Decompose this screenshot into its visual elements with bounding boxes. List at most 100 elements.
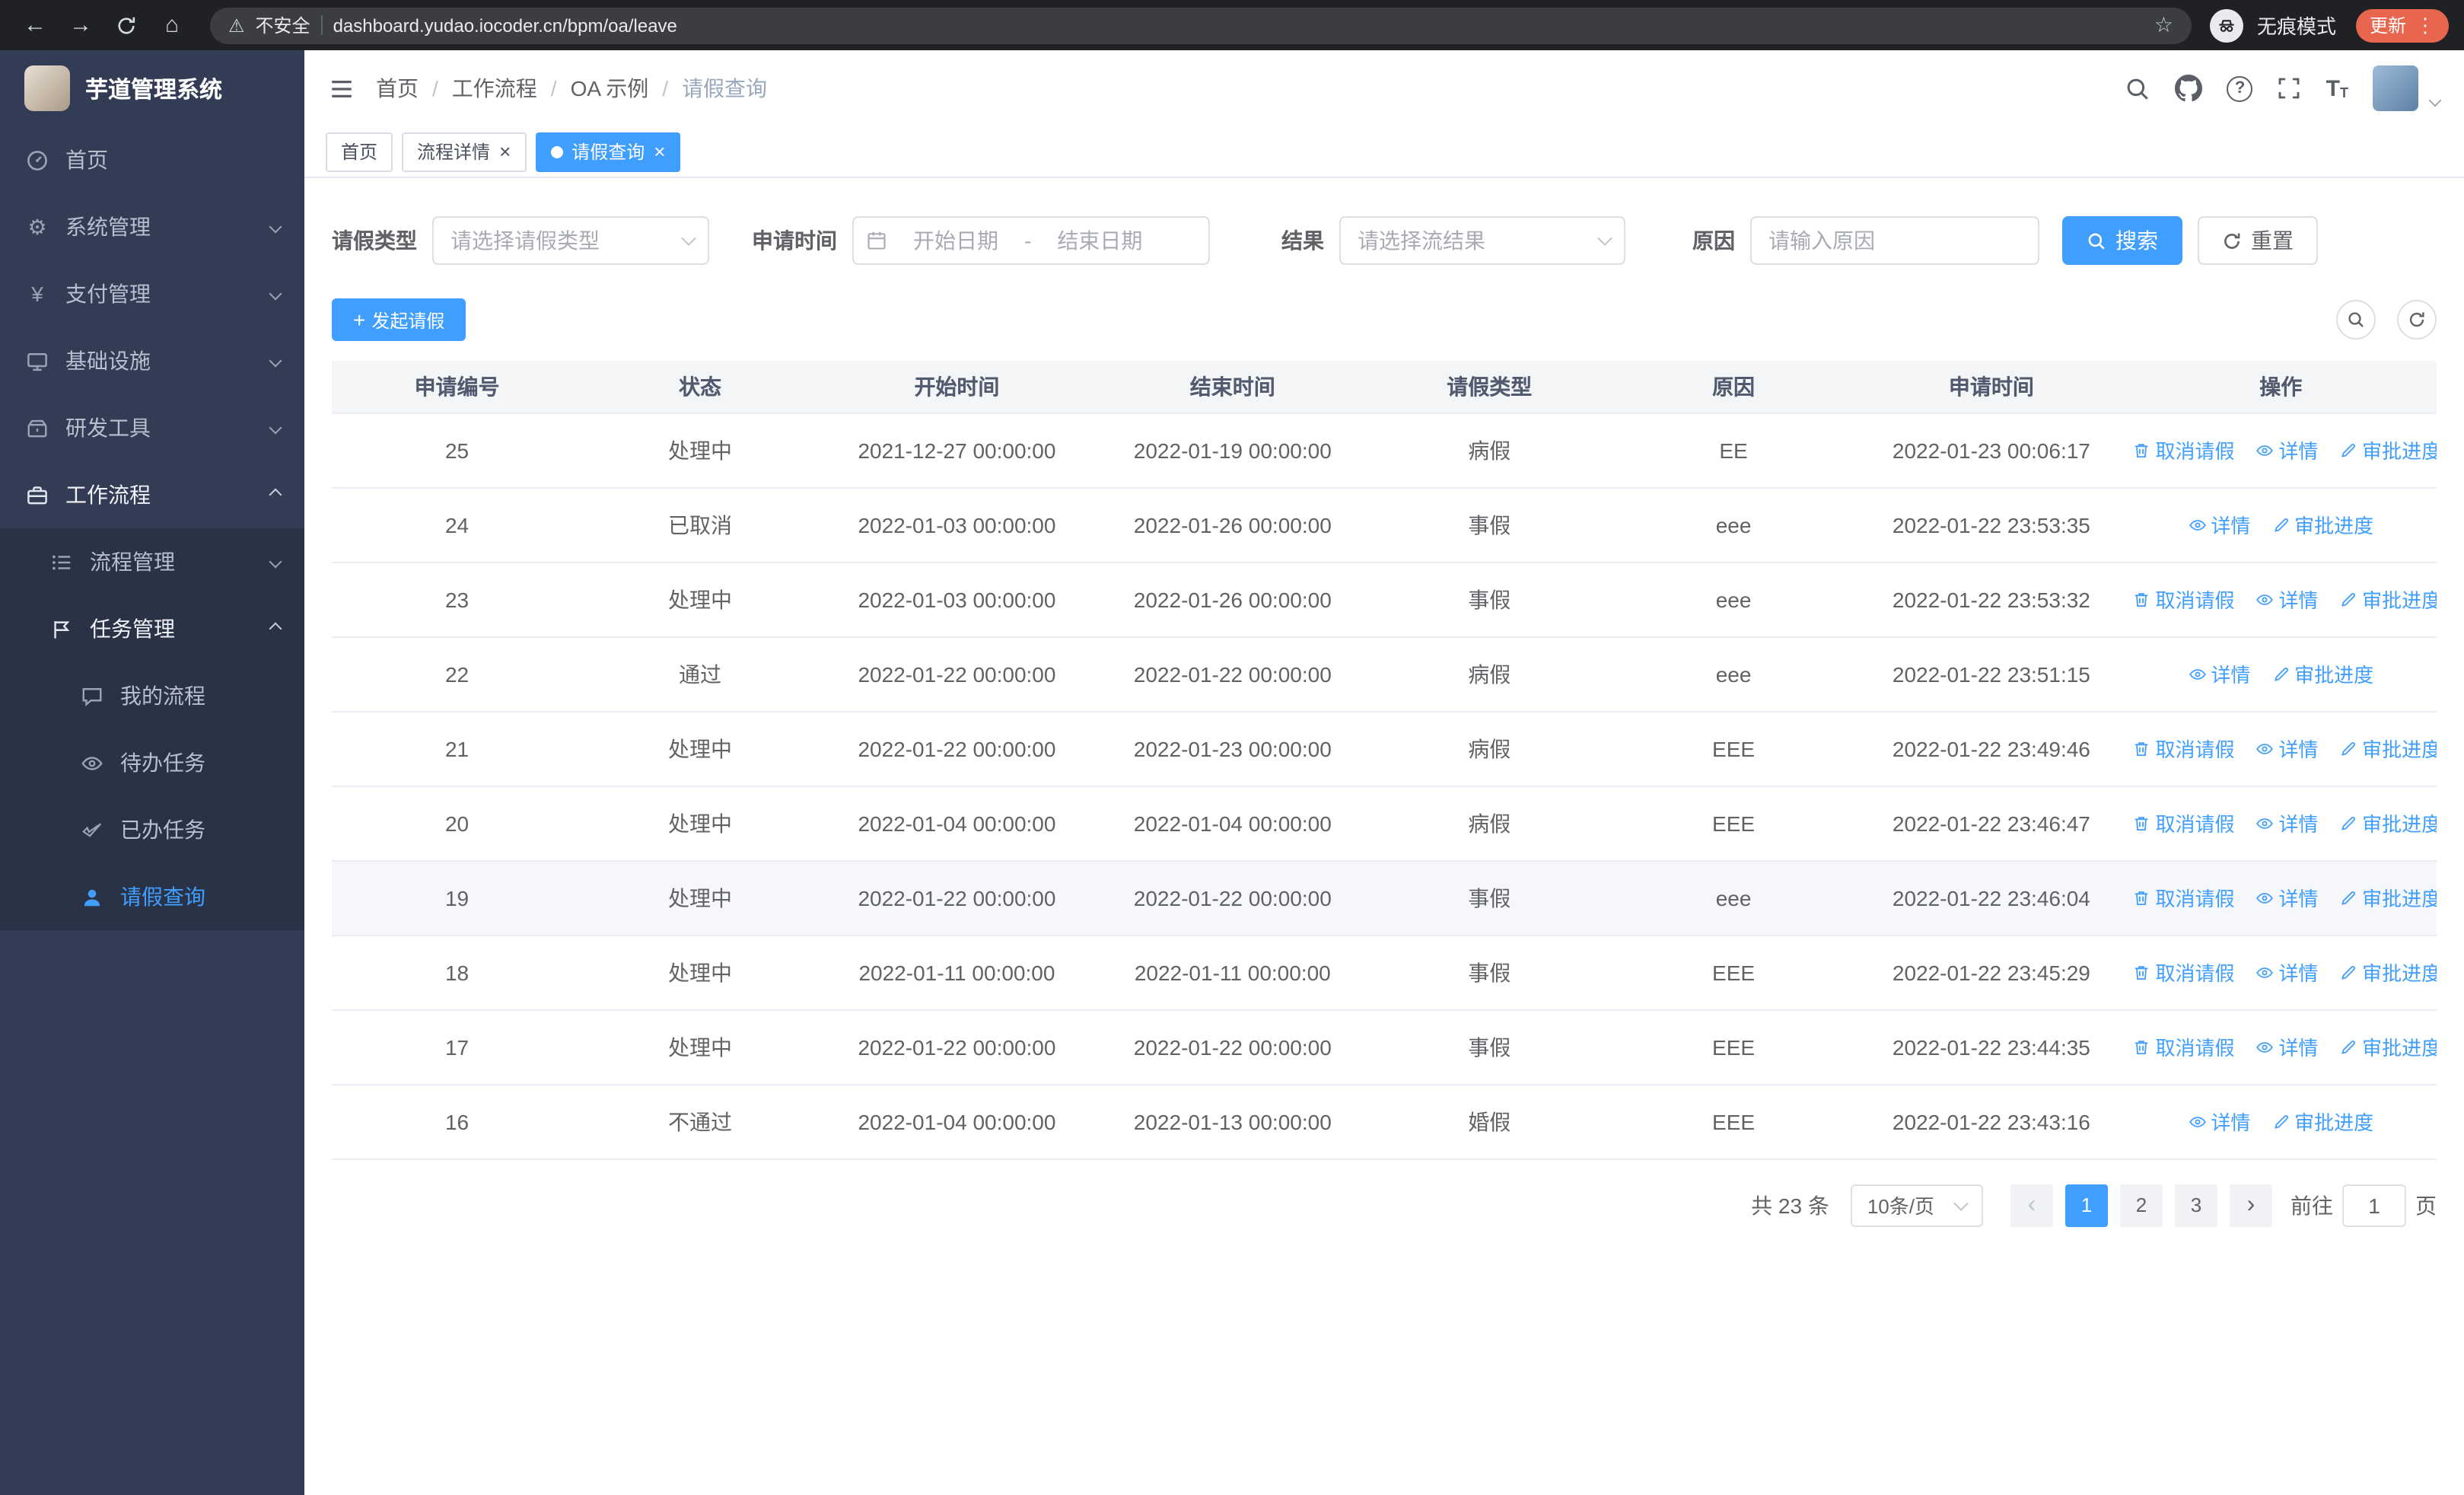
security-label[interactable]: 不安全 — [256, 12, 310, 38]
page-button-2[interactable]: 2 — [2120, 1184, 2163, 1226]
approval-progress-link[interactable]: 审批进度 — [2271, 1107, 2373, 1136]
cell-start-time: 2022-01-22 00:00:00 — [817, 636, 1096, 712]
cell-actions: 取消请假 详情 审批进度 — [2125, 786, 2437, 861]
sidebar-item-process-management[interactable]: 流程管理 — [0, 528, 304, 595]
search-button[interactable]: 搜索 — [2062, 216, 2182, 265]
tab-leave-query[interactable]: 请假查询 × — [535, 132, 681, 171]
sidebar-item-system-management[interactable]: ⚙ 系统管理 — [0, 193, 304, 260]
browser-refresh-button[interactable] — [107, 5, 146, 45]
breadcrumb-workflow[interactable]: 工作流程 — [452, 73, 537, 104]
address-bar[interactable]: ⚠ 不安全 dashboard.yudao.iocoder.cn/bpm/oa/… — [210, 7, 2192, 43]
detail-link[interactable]: 详情 — [2188, 510, 2250, 539]
chrome-right-cluster: 无痕模式 更新 ⋮ — [2209, 8, 2449, 42]
screen: ← → ⌂ ⚠ 不安全 dashboard.yudao.iocoder.cn/b… — [0, 0, 2464, 1495]
cell-status: 通过 — [582, 636, 818, 712]
tab-home[interactable]: 首页 — [326, 132, 393, 171]
detail-label: 详情 — [2278, 440, 2319, 463]
approval-progress-link[interactable]: 审批进度 — [2339, 958, 2437, 987]
sidebar-item-task-management[interactable]: 任务管理 — [0, 595, 304, 662]
sidebar-item-payment-management[interactable]: ¥ 支付管理 — [0, 260, 304, 327]
leave-type-select[interactable] — [432, 216, 709, 265]
detail-link[interactable]: 详情 — [2255, 958, 2318, 987]
help-icon[interactable]: ? — [2227, 75, 2253, 101]
goto-page-input[interactable] — [2342, 1184, 2406, 1226]
prev-page-button[interactable]: ‹ — [2010, 1184, 2053, 1226]
approval-progress-link[interactable]: 审批进度 — [2339, 734, 2437, 763]
search-toggle-button[interactable] — [2336, 300, 2376, 339]
result-select-input[interactable] — [1358, 228, 1590, 253]
eye-icon — [2256, 594, 2274, 604]
browser-update-button[interactable]: 更新 ⋮ — [2355, 8, 2449, 42]
cancel-leave-link[interactable]: 取消请假 — [2133, 734, 2235, 763]
approval-progress-link[interactable]: 审批进度 — [2339, 808, 2437, 837]
detail-link[interactable]: 详情 — [2255, 883, 2318, 912]
cancel-leave-link[interactable]: 取消请假 — [2133, 1032, 2235, 1061]
bookmark-star-icon[interactable]: ☆ — [2154, 12, 2173, 38]
page-button-1[interactable]: 1 — [2065, 1184, 2108, 1226]
result-select[interactable] — [1339, 216, 1625, 265]
tab-process-detail[interactable]: 流程详情 × — [402, 132, 527, 171]
sidebar-item-done-tasks[interactable]: 已办任务 — [0, 796, 304, 863]
url-text: dashboard.yudao.iocoder.cn/bpm/oa/leave — [333, 14, 677, 36]
detail-link[interactable]: 详情 — [2255, 585, 2318, 614]
fullscreen-icon[interactable] — [2278, 76, 2302, 100]
github-icon[interactable] — [2175, 75, 2203, 102]
browser-back-button[interactable]: ← — [15, 5, 55, 45]
detail-link[interactable]: 详情 — [2188, 659, 2250, 688]
approval-progress-link[interactable]: 审批进度 — [2271, 510, 2373, 539]
cancel-leave-link[interactable]: 取消请假 — [2133, 883, 2235, 912]
close-icon[interactable]: × — [499, 142, 511, 161]
approval-progress-link[interactable]: 审批进度 — [2271, 659, 2373, 688]
breadcrumb-separator: / — [432, 76, 438, 100]
detail-link[interactable]: 详情 — [2255, 808, 2318, 837]
sidebar-item-workflow[interactable]: 工作流程 — [0, 461, 304, 528]
cancel-leave-link[interactable]: 取消请假 — [2133, 808, 2235, 837]
chevron-down-icon — [269, 421, 282, 435]
search-icon[interactable] — [2125, 75, 2151, 101]
reason-input[interactable] — [1768, 228, 2021, 253]
cancel-leave-link[interactable]: 取消请假 — [2133, 585, 2235, 614]
avatar[interactable] — [2373, 65, 2418, 111]
apply-time-range-picker[interactable]: - — [852, 216, 1210, 265]
detail-link[interactable]: 详情 — [2255, 1032, 2318, 1061]
approval-progress-link[interactable]: 审批进度 — [2339, 435, 2437, 464]
page-size-select[interactable]: 10条/页 — [1850, 1184, 1983, 1226]
browser-menu-icon[interactable]: ⋮ — [2415, 15, 2435, 35]
start-date-input[interactable] — [890, 228, 1021, 253]
sidebar-item-infrastructure[interactable]: 基础设施 — [0, 327, 304, 394]
refresh-table-button[interactable] — [2397, 300, 2437, 339]
sidebar-item-my-processes[interactable]: 我的流程 — [0, 662, 304, 729]
sidebar-item-todo-tasks[interactable]: 待办任务 — [0, 729, 304, 796]
browser-home-button[interactable]: ⌂ — [152, 5, 192, 45]
sidebar-item-label: 我的流程 — [120, 684, 205, 708]
breadcrumb-oa-example[interactable]: OA 示例 — [571, 73, 649, 104]
cancel-leave-link[interactable]: 取消请假 — [2133, 435, 2235, 464]
create-leave-button[interactable]: + 发起请假 — [332, 298, 466, 341]
cancel-leave-link[interactable]: 取消请假 — [2133, 958, 2235, 987]
browser-forward-button[interactable]: → — [61, 5, 100, 45]
breadcrumb-separator: / — [550, 76, 557, 100]
sidebar-item-leave-query[interactable]: 请假查询 — [0, 863, 304, 930]
close-icon[interactable]: × — [654, 142, 665, 161]
detail-link[interactable]: 详情 — [2188, 1107, 2250, 1136]
sidebar-item-home[interactable]: 首页 — [0, 126, 304, 193]
approval-progress-link[interactable]: 审批进度 — [2339, 585, 2437, 614]
reason-field[interactable] — [1750, 216, 2039, 265]
chevron-down-icon — [2428, 94, 2442, 107]
detail-link[interactable]: 详情 — [2255, 734, 2318, 763]
approval-progress-link[interactable]: 审批进度 — [2339, 883, 2437, 912]
sidebar-item-label: 研发工具 — [65, 416, 151, 440]
app-logo[interactable]: 芋道管理系统 — [0, 50, 304, 126]
page-button-3[interactable]: 3 — [2175, 1184, 2217, 1226]
reset-button[interactable]: 重置 — [2198, 216, 2318, 265]
approval-progress-link[interactable]: 审批进度 — [2339, 1032, 2437, 1061]
breadcrumb-home[interactable]: 首页 — [376, 73, 419, 104]
sidebar-collapse-button[interactable] — [329, 75, 355, 101]
leave-type-select-input[interactable] — [450, 228, 674, 253]
end-date-input[interactable] — [1034, 228, 1166, 253]
next-page-button[interactable]: › — [2230, 1184, 2272, 1226]
cell-apply-time: 2022-01-22 23:45:29 — [1858, 935, 2125, 1010]
sidebar-item-dev-tools[interactable]: 研发工具 — [0, 394, 304, 461]
detail-link[interactable]: 详情 — [2255, 435, 2318, 464]
font-size-icon[interactable]: TT — [2326, 77, 2348, 100]
